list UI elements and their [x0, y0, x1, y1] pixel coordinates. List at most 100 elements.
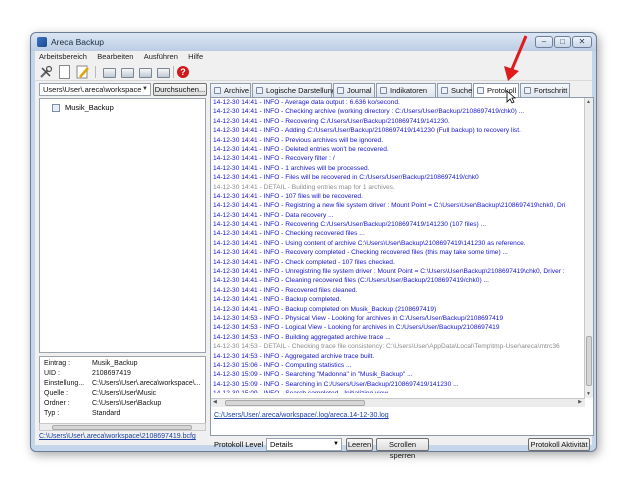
property-row: UID : 2108697419 [44, 370, 205, 380]
property-value: Standard [92, 410, 121, 417]
property-value: C:\Users\User\Music [92, 390, 157, 397]
property-row: Einstellung... C:\Users\User\.areca\work… [44, 380, 205, 390]
property-key: Typ : [44, 410, 60, 417]
restore-icon[interactable] [139, 68, 152, 78]
menu-hilfe[interactable]: Hilfe [184, 51, 207, 62]
property-row: Eintrag : Musik_Backup [44, 360, 205, 370]
log-line: 14-12-30 15:06 - INFO - Computing statis… [213, 361, 352, 369]
scroll-up-arrow-icon[interactable]: ▲ [586, 99, 591, 105]
workspace-path-value: Users\User\.areca\workspace [43, 85, 142, 94]
log-line: 14-12-30 14:41 - INFO - Cleaning recover… [213, 277, 489, 285]
tab-label: Logische Darstellung [266, 86, 337, 95]
lock-scroll-button[interactable]: Scrollen sperren [376, 438, 429, 460]
tab-label: Archive [224, 86, 250, 95]
property-key: UID : [44, 370, 60, 377]
toolbar-separator [95, 66, 96, 78]
log-line: 14-12-30 14:41 - INFO - 1 archives will … [213, 164, 370, 172]
property-value: C:\Users\User\.areca\workspace\... [92, 380, 201, 387]
log-line: 14-12-30 14:41 - INFO - Deleted entries … [213, 145, 389, 153]
property-value: 2108697419 [92, 370, 131, 377]
settings-tools-icon[interactable] [39, 65, 53, 79]
log-horizontal-scrollbar[interactable]: ◀ ▶ [211, 398, 585, 407]
log-vertical-scrollbar[interactable]: ▲ ▼ [584, 98, 593, 398]
progress-icon [524, 87, 531, 94]
scroll-down-arrow-icon[interactable]: ▼ [586, 391, 591, 397]
tab-label: Journal [347, 86, 372, 95]
log-level-value: Details [270, 440, 293, 449]
edit-icon[interactable] [76, 65, 90, 79]
tree-item-label: Musik_Backup [64, 103, 115, 112]
maximize-button[interactable]: □ [554, 36, 571, 48]
delete-archive-icon[interactable] [157, 68, 170, 78]
config-file-link[interactable]: C:\Users\User\.areca\workspace\210869741… [39, 433, 196, 440]
tab-journal[interactable]: Journal [333, 83, 375, 97]
workspace-path-select[interactable]: Users\User\.areca\workspace ▼ [39, 83, 151, 96]
log-line: 14-12-30 14:41 - INFO - 107 files will b… [213, 192, 363, 200]
minimize-button[interactable]: – [535, 36, 553, 48]
tab-archive[interactable]: Archive [210, 83, 251, 97]
log-panel: 14-12-30 14:41 - INFO - Average data out… [210, 97, 594, 436]
scroll-right-arrow-icon[interactable]: ▶ [578, 399, 582, 405]
close-button[interactable]: ✕ [572, 36, 592, 48]
areca-app-icon [37, 37, 47, 47]
log-controls: Protokoll Level : Details ▼ Leeren Scrol… [210, 437, 594, 460]
scrollbar-thumb[interactable] [225, 400, 365, 406]
log-line: 14-12-30 14:41 - INFO - Adding C:/Users/… [213, 127, 521, 135]
clear-log-button[interactable]: Leeren [346, 438, 373, 451]
log-activity-button[interactable]: Protokoll Aktivität [528, 438, 590, 451]
log-line: 14-12-30 14:41 - INFO - Registring a new… [213, 202, 566, 210]
backup-icon[interactable] [103, 68, 116, 78]
mouse-cursor-icon [506, 90, 516, 104]
menu-ausfuehren[interactable]: Ausführen [140, 51, 182, 62]
tab-indikatoren[interactable]: Indikatoren [376, 83, 436, 97]
log-line: 14-12-30 14:41 - DETAIL - Building entri… [213, 183, 395, 191]
log-line: 14-12-30 14:41 - INFO - Recovering C:/Us… [213, 117, 450, 125]
properties-panel: Eintrag : Musik_Backup UID : 2108697419 … [39, 356, 206, 424]
log-line: 14-12-30 14:53 - INFO - Physical View - … [213, 314, 504, 322]
log-line: 14-12-30 14:41 - INFO - Unregistring fil… [213, 268, 565, 276]
property-key: Einstellung... [44, 380, 85, 387]
log-line: 14-12-30 15:09 - INFO - Search completed… [213, 389, 581, 393]
property-key: Quelle : [44, 390, 69, 397]
tab-label: Suche [451, 86, 473, 95]
scrollbar-thumb[interactable] [586, 336, 592, 386]
logical-view-icon [256, 87, 263, 94]
search-icon [441, 87, 448, 94]
merge-icon[interactable] [121, 68, 134, 78]
log-line: 14-12-30 15:09 - INFO - Searching in C:/… [213, 380, 459, 388]
log-line: 14-12-30 14:53 - INFO - Aggregated archi… [213, 352, 375, 360]
log-line: 14-12-30 14:41 - INFO - Recovered files … [213, 286, 358, 294]
tab-logische-darstellung[interactable]: Logische Darstellung [252, 83, 336, 97]
log-level-select[interactable]: Details ▼ [266, 438, 342, 451]
log-line: 14-12-30 14:41 - INFO - Data recovery ..… [213, 211, 334, 219]
log-line: 14-12-30 14:53 - DETAIL - Checking trace… [213, 343, 560, 351]
menu-arbeitsbereich[interactable]: Arbeitsbereich [35, 51, 91, 62]
tree-item-musik-backup[interactable]: Musik_Backup [52, 102, 115, 113]
journal-icon [337, 87, 344, 94]
help-icon[interactable]: ? [177, 66, 189, 78]
log-line: 14-12-30 14:41 - INFO - Recovery complet… [213, 249, 508, 257]
log-line: 14-12-30 14:41 - INFO - Checking archive… [213, 108, 525, 116]
log-file-link[interactable]: C:/Users/User/.areca/workspace/.log/arec… [214, 412, 389, 419]
log-output[interactable]: 14-12-30 14:41 - INFO - Average data out… [213, 98, 581, 393]
log-line: 14-12-30 14:41 - INFO - Previous archive… [213, 136, 384, 144]
target-tree: Musik_Backup [39, 98, 206, 353]
window-title: Areca Backup [51, 37, 104, 47]
tab-label: Indikatoren [390, 86, 428, 95]
log-line: 14-12-30 14:41 - INFO - Average data out… [213, 99, 400, 106]
indicators-icon [380, 87, 387, 94]
scroll-left-arrow-icon[interactable]: ◀ [213, 399, 217, 405]
target-icon [52, 103, 60, 112]
log-line: 14-12-30 14:41 - INFO - Recovery filter … [213, 155, 335, 163]
tab-fortschritt[interactable]: Fortschritt [520, 83, 570, 97]
log-line: 14-12-30 14:41 - INFO - Recovering C:/Us… [213, 221, 487, 229]
menu-bearbeiten[interactable]: Bearbeiten [93, 51, 137, 62]
browse-button[interactable]: Durchsuchen... [153, 83, 207, 96]
log-line: 14-12-30 14:41 - INFO - Backup completed… [213, 296, 342, 304]
scrollbar-thumb[interactable] [52, 425, 192, 430]
properties-horizontal-scrollbar[interactable] [39, 423, 206, 431]
log-line: 14-12-30 14:41 - INFO - Checking recover… [213, 230, 365, 238]
tab-suche[interactable]: Suche [437, 83, 472, 97]
new-document-icon[interactable] [59, 65, 70, 79]
property-row: Typ : Standard [44, 410, 205, 420]
